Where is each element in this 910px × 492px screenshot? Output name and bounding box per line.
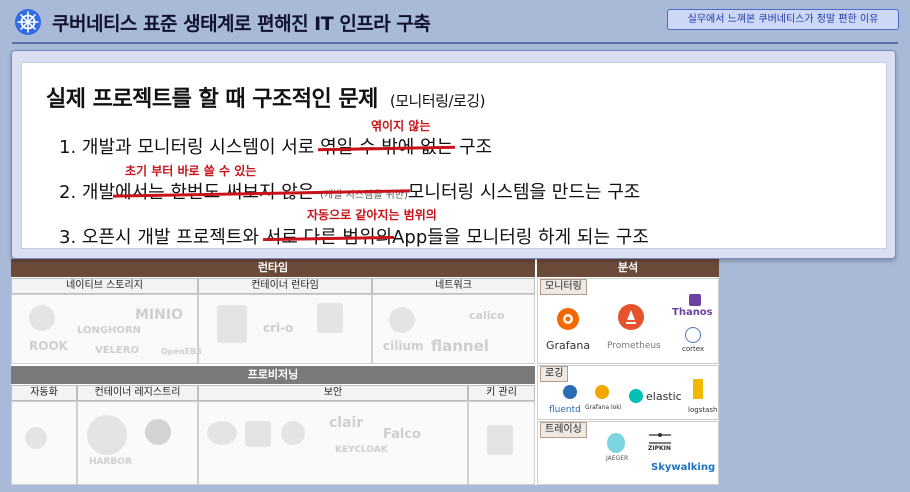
keycloak-logo: KEYCLOAK bbox=[335, 445, 388, 455]
thanos-icon bbox=[689, 294, 701, 306]
harbor-icon bbox=[87, 415, 127, 455]
cilium-icon bbox=[389, 307, 415, 333]
velero-logo: VELERO bbox=[95, 345, 139, 356]
struck-text-small: (개발 시스템을 위한) bbox=[320, 190, 408, 201]
elastic-logo: elastic bbox=[646, 390, 682, 403]
line-text-before: 개발과 모니터링 시스템이 서로 bbox=[81, 137, 315, 158]
col-network: 네트워크 bbox=[372, 278, 535, 294]
bottom-margin bbox=[0, 486, 910, 492]
line-text-after: App들을 모니터링 하게 되는 구조 bbox=[392, 227, 649, 248]
thanos-logo: Thanos bbox=[672, 307, 713, 318]
page-title: 쿠버네티스 표준 생태계로 편해진 IT 인프라 구축 bbox=[52, 13, 431, 35]
cilium-logo: cilium bbox=[383, 339, 424, 353]
automation-icon bbox=[25, 427, 47, 449]
loki-logo: Grafana loki bbox=[585, 404, 622, 411]
openebs-logo: OpenEBS bbox=[161, 347, 202, 356]
jaeger-logo: JAEGER bbox=[606, 455, 629, 462]
problem-line-3: 3. 오픈시 개발 프로젝트와 서로 다른 범위의App들을 모니터링 하게 되… bbox=[59, 223, 649, 249]
kubernetes-helm-icon bbox=[15, 9, 41, 35]
line-text-after: 구조 bbox=[458, 137, 493, 158]
logstash-icon bbox=[693, 379, 703, 399]
line-text-after: 모니터링 시스템을 만드는 구조 bbox=[407, 182, 641, 203]
prometheus-icon bbox=[618, 304, 644, 330]
jaeger-icon bbox=[607, 433, 625, 453]
monitoring-tag: 모니터링 bbox=[540, 279, 587, 295]
popup-title-text: 실제 프로젝트를 할 때 구조적인 문제 bbox=[46, 87, 378, 112]
elastic-icon bbox=[629, 389, 643, 403]
analysis-bar: 분석 bbox=[537, 259, 719, 277]
fluentd-icon bbox=[563, 385, 577, 399]
runtime-icon-2 bbox=[317, 303, 343, 333]
struck-text: 엮일 수 밖에 없는 bbox=[320, 133, 453, 159]
skywalking-logo: Skywalking bbox=[651, 462, 716, 473]
security-icon-1 bbox=[207, 421, 237, 445]
col-native-storage: 네이티브 스토리지 bbox=[11, 278, 198, 294]
header-divider bbox=[12, 42, 898, 44]
popup-title: 실제 프로젝트를 할 때 구조적인 문제 (모니터링/로깅) bbox=[46, 81, 485, 113]
structural-problems-popup: 실제 프로젝트를 할 때 구조적인 문제 (모니터링/로깅) 1. 개발과 모니터… bbox=[11, 50, 896, 259]
zipkin-logo: ZIPKIN bbox=[648, 445, 671, 452]
loki-icon bbox=[595, 385, 609, 399]
popup-subtitle: (모니터링/로깅) bbox=[389, 92, 486, 110]
calico-logo: calico bbox=[469, 309, 505, 322]
col-container-runtime: 컨테이너 런타임 bbox=[198, 278, 372, 294]
col-key-management: 키 관리 bbox=[468, 385, 535, 401]
header-badge[interactable]: 실무에서 느껴본 쿠버네티스가 정말 편한 이유 bbox=[667, 9, 899, 30]
col-automation: 자동화 bbox=[11, 385, 77, 401]
security-icon-2 bbox=[245, 421, 271, 447]
struck-text-main: 에서는 한번도 써보지 않은 bbox=[115, 182, 315, 203]
problem-line-2: 2. 개발에서는 한번도 써보지 않은 (개발 시스템을 위한)모니터링 시스템… bbox=[59, 178, 640, 204]
line-text-before: 오픈시 개발 프로젝트와 bbox=[81, 227, 259, 248]
logging-tag: 로깅 bbox=[540, 366, 569, 382]
tracing-tag: 트레이싱 bbox=[540, 422, 587, 438]
harbor-logo: HARBOR bbox=[89, 457, 132, 467]
ecosystem-diagram: 런타임 네이티브 스토리지 컨테이너 런타임 네트워크 ROOK LONGHOR… bbox=[11, 259, 719, 485]
line-number: 2. bbox=[59, 182, 77, 203]
line-number: 1. bbox=[59, 137, 77, 158]
container-icon bbox=[217, 305, 247, 343]
col-security: 보안 bbox=[198, 385, 468, 401]
falco-logo: Falco bbox=[383, 427, 421, 442]
struck-text: 에서는 한번도 써보지 않은 (개발 시스템을 위한) bbox=[115, 178, 408, 204]
line-text-before: 개발 bbox=[81, 182, 116, 203]
line-number: 3. bbox=[59, 227, 77, 248]
fluentd-logo: fluentd bbox=[549, 405, 581, 415]
cri-o-logo: cri-o bbox=[263, 321, 294, 335]
grafana-icon bbox=[557, 308, 579, 330]
grafana-logo: Grafana bbox=[546, 339, 591, 352]
cortex-logo: cortex bbox=[682, 345, 705, 353]
logstash-logo: logstash bbox=[688, 406, 718, 414]
correction-note-3: 자동으로 같아지는 범위의 bbox=[307, 208, 437, 222]
longhorn-logo: LONGHORN bbox=[77, 325, 142, 336]
minio-logo: MINIO bbox=[135, 307, 183, 323]
slide-header: 쿠버네티스 표준 생태계로 편해진 IT 인프라 구축 실무에서 느껴본 쿠버네… bbox=[0, 0, 910, 44]
col-registry: 컨테이너 레지스트리 bbox=[77, 385, 198, 401]
provisioning-bar: 프로비저닝 bbox=[11, 366, 535, 384]
struck-text: 서로 다른 범위의 bbox=[265, 223, 392, 249]
rook-logo: ROOK bbox=[29, 339, 68, 353]
rook-icon bbox=[29, 305, 55, 331]
prometheus-logo: Prometheus bbox=[607, 341, 661, 351]
runtime-bar: 런타임 bbox=[11, 259, 535, 277]
correction-note-2: 초기 부터 바로 쓸 수 있는 bbox=[125, 164, 257, 178]
problem-line-1: 1. 개발과 모니터링 시스템이 서로 엮일 수 밖에 없는 구조 bbox=[59, 133, 492, 159]
security-cell bbox=[198, 401, 468, 485]
cortex-icon bbox=[685, 327, 701, 343]
flannel-logo: flannel bbox=[431, 337, 489, 355]
vault-icon bbox=[487, 425, 513, 455]
popup-content: 실제 프로젝트를 할 때 구조적인 문제 (모니터링/로깅) 1. 개발과 모니터… bbox=[21, 62, 887, 249]
correction-note-1: 엮이지 않는 bbox=[371, 119, 431, 133]
registry-icon bbox=[145, 419, 171, 445]
security-icon-3 bbox=[281, 421, 305, 445]
clair-logo: clair bbox=[329, 415, 364, 431]
